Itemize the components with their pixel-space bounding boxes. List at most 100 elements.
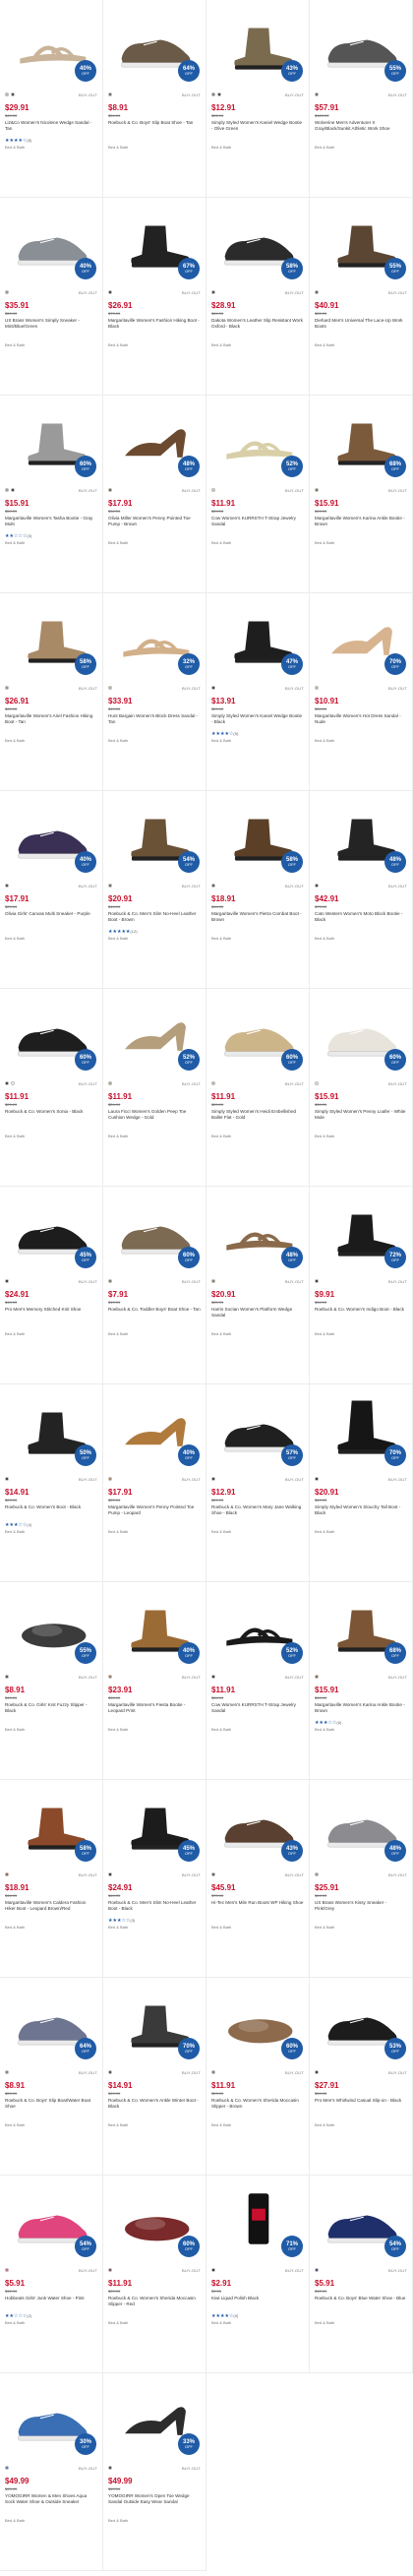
color-swatch[interactable]	[315, 290, 319, 294]
product-card[interactable]: 54% OFF BUY-OUT $20.91 $44.99 Roebuck & Co. M…	[103, 791, 206, 989]
product-name[interactable]: Margaritaville Women's Hot Dress Sandal …	[315, 713, 407, 730]
product-card[interactable]: 64% OFF BUY-OUT $8.91 $24.99 Roebuck & Co. Bo…	[0, 1978, 103, 2176]
product-card[interactable]: 58% OFF BUY-OUT $18.91 $44.99 Margaritaville …	[0, 1780, 103, 1978]
color-swatch[interactable]	[108, 686, 112, 690]
product-name[interactable]: Hobbeats Girls' Junk Water Shoe - Pink	[5, 2296, 97, 2312]
product-name[interactable]: Simply Styled Women's Kaniel Wedge Booti…	[211, 120, 304, 137]
product-image[interactable]: 52% OFF	[211, 399, 305, 479]
product-name[interactable]: Roebuck & Co. Boys' Slip Boat/Water Boat…	[5, 2098, 97, 2115]
color-swatch[interactable]	[211, 1279, 215, 1283]
product-image[interactable]: 58% OFF	[5, 596, 98, 677]
product-image[interactable]: 52% OFF	[211, 1585, 305, 1666]
product-name[interactable]: Hi-Tec Men's Mile Run Boost WP Hiking Sh…	[211, 1900, 304, 1917]
product-card[interactable]: 60% OFF BUY-OUT $11.91 $29.99 Roebuck & Co. W…	[206, 1978, 310, 2176]
product-card[interactable]: 43% OFF BUY-OUT $45.91 $79.99 Hi-Tec Men's Mi…	[206, 1780, 310, 1978]
product-name[interactable]: YOMOGIRR Women & Men Shoes Aqua Sock Wat…	[5, 2493, 97, 2510]
product-image[interactable]: 48% OFF	[315, 1783, 408, 1864]
product-name[interactable]: Roebuck & Co. Women's Indigo Boot - Blac…	[315, 1307, 407, 1323]
color-swatch[interactable]	[5, 1477, 9, 1481]
color-swatch[interactable]	[315, 1675, 319, 1679]
color-swatch[interactable]	[5, 2268, 9, 2272]
product-name[interactable]: Cato Western Women's Moto Block Bootie -…	[315, 911, 407, 928]
color-swatch[interactable]	[315, 1477, 319, 1481]
product-card[interactable]: 52% OFF BUY-OUT $11.91 $24.99 Cow Women's KUR…	[206, 1582, 310, 1780]
product-name[interactable]: Pro Men's Whirlwind Casual Slip-on - Bla…	[315, 2098, 407, 2115]
product-card[interactable]: 58% OFF BUY-OUT $18.91 $44.99 Margaritaville …	[206, 791, 310, 989]
product-name[interactable]: Margaritaville Women's Karina Ankle Boot…	[315, 516, 407, 532]
product-card[interactable]: 54% OFF BUY-OUT $5.91 $12.99 Roebuck & Co. Bo…	[310, 2176, 413, 2373]
product-card[interactable]: 60% OFF BUY-OUT $15.91 $59.99 Margaritaville …	[0, 396, 103, 593]
product-image[interactable]: 47% OFF	[211, 596, 305, 677]
color-swatch[interactable]	[217, 92, 221, 96]
color-swatch[interactable]	[108, 1872, 112, 1876]
product-card[interactable]: 43% OFF BUY-OUT $12.91 $22.99 Simply Styled W…	[206, 0, 310, 198]
product-card[interactable]: 48% OFF BUY-OUT $42.91 $79.99 Cato Western Wo…	[310, 791, 413, 989]
color-swatch[interactable]	[315, 884, 319, 888]
product-card[interactable]: 52% OFF BUY-OUT $11.91 $24.99 Laura Ficci Wom…	[103, 989, 206, 1187]
product-card[interactable]: 68% OFF BUY-OUT $15.91 $49.99 Margaritaville …	[310, 396, 413, 593]
product-card[interactable]: 70% OFF BUY-OUT $10.91 $34.99 Margaritaville …	[310, 593, 413, 791]
product-image[interactable]: 32% OFF	[108, 596, 202, 677]
product-card[interactable]: 70% OFF BUY-OUT $20.91 $69.99 Simply Styled W…	[310, 1384, 413, 1582]
product-name[interactable]: Cow Women's KURRSTH T-Strap Jewelry Sand…	[211, 1702, 304, 1719]
product-name[interactable]: Roebuck & Co. Toddler Boys' Boat Shoe - …	[108, 1307, 201, 1323]
product-image[interactable]: 60% OFF	[211, 992, 305, 1073]
product-name[interactable]: Liz&Co Women's Nicolene Wedge Sandal - T…	[5, 120, 97, 137]
product-name[interactable]: Margaritaville Women's Caldera Fashion H…	[5, 1900, 97, 1917]
color-swatch[interactable]	[11, 92, 15, 96]
color-swatch[interactable]	[5, 2070, 9, 2074]
color-swatch[interactable]	[211, 884, 215, 888]
product-name[interactable]: YOMOGIRR Women's Open Toe Wedge Sandal O…	[108, 2493, 201, 2510]
color-swatch[interactable]	[5, 488, 9, 492]
product-image[interactable]: 48% OFF	[315, 794, 408, 875]
product-image[interactable]: 40% OFF	[108, 1585, 202, 1666]
product-image[interactable]: 50% OFF	[5, 1387, 98, 1468]
product-card[interactable]: 53% OFF BUY-OUT $27.91 $59.99 Pro Men's Whirl…	[310, 1978, 413, 2176]
product-card[interactable]: 64% OFF BUY-OUT $8.91 $24.99 Roebuck & Co. Bo…	[103, 0, 206, 198]
color-swatch[interactable]	[211, 2070, 215, 2074]
product-name[interactable]: Roebuck & Co. Girls' Knit Fuzzy Slipper …	[5, 1702, 97, 1719]
product-image[interactable]: 60% OFF	[5, 399, 98, 479]
color-swatch[interactable]	[211, 686, 215, 690]
product-image[interactable]: 64% OFF	[108, 3, 202, 84]
color-swatch[interactable]	[108, 488, 112, 492]
product-image[interactable]: 43% OFF	[211, 1783, 305, 1864]
product-name[interactable]: Dakota Women's Leather Slip Resistant Wo…	[211, 318, 304, 335]
product-image[interactable]: 45% OFF	[5, 1190, 98, 1270]
color-swatch[interactable]	[315, 2268, 319, 2272]
color-swatch[interactable]	[108, 884, 112, 888]
product-image[interactable]: 64% OFF	[5, 1981, 98, 2061]
color-swatch[interactable]	[211, 1477, 215, 1481]
product-name[interactable]: Pro Men's Memory Stitched Knit Shoe	[5, 1307, 97, 1323]
product-name[interactable]: Simply Styled Women's Slouchy Tall Boot …	[315, 1504, 407, 1521]
product-name[interactable]: Margaritaville Women's Karina Ankle Boot…	[315, 1702, 407, 1719]
color-swatch[interactable]	[211, 290, 215, 294]
product-image[interactable]: 48% OFF	[108, 399, 202, 479]
color-swatch[interactable]	[108, 2466, 112, 2470]
color-swatch[interactable]	[108, 2268, 112, 2272]
product-image[interactable]: 45% OFF	[108, 1783, 202, 1864]
product-card[interactable]: 32% OFF BUY-OUT $33.91 $49.99 Hunt Bargain Wo…	[103, 593, 206, 791]
product-card[interactable]: 57% OFF BUY-OUT $12.91 $29.99 Roebuck & Co. W…	[206, 1384, 310, 1582]
product-card[interactable]: 60% OFF BUY-OUT $7.91 $19.99 Roebuck & Co. To…	[103, 1187, 206, 1384]
color-swatch[interactable]	[315, 686, 319, 690]
product-image[interactable]: 54% OFF	[315, 2178, 408, 2259]
product-image[interactable]: 55% OFF	[5, 1585, 98, 1666]
product-image[interactable]: 68% OFF	[315, 399, 408, 479]
product-card[interactable]: 47% OFF BUY-OUT $13.91 $29.99 Simply Styled W…	[206, 593, 310, 791]
product-image[interactable]: 60% OFF	[108, 1190, 202, 1270]
color-swatch[interactable]	[5, 1872, 9, 1876]
product-card[interactable]: 45% OFF BUY-OUT $24.91 $44.99 Roebuck & Co. M…	[103, 1780, 206, 1978]
product-image[interactable]: 55% OFF	[315, 201, 408, 281]
color-swatch[interactable]	[315, 92, 319, 96]
product-card[interactable]: 52% OFF BUY-OUT $11.91 $24.99 Cow Women's KUR…	[206, 396, 310, 593]
product-name[interactable]: Roebuck & Co. Boys' Slip Boat Shoe - Tan	[108, 120, 201, 137]
product-image[interactable]: 60% OFF	[315, 992, 408, 1073]
color-swatch[interactable]	[315, 1872, 319, 1876]
product-card[interactable]: 54% OFF BUY-OUT $5.91 $12.99 Hobbeats Girls' …	[0, 2176, 103, 2373]
product-name[interactable]: Simply Styled Women's Heidi Embellished …	[211, 1109, 304, 1126]
product-card[interactable]: 55% OFF BUY-OUT $40.91 $89.99 Diehard Men's U…	[310, 198, 413, 396]
color-swatch[interactable]	[108, 92, 112, 96]
product-name[interactable]: Margaritaville Women's Pietra Combat Boo…	[211, 911, 304, 928]
product-image[interactable]: 58% OFF	[211, 794, 305, 875]
